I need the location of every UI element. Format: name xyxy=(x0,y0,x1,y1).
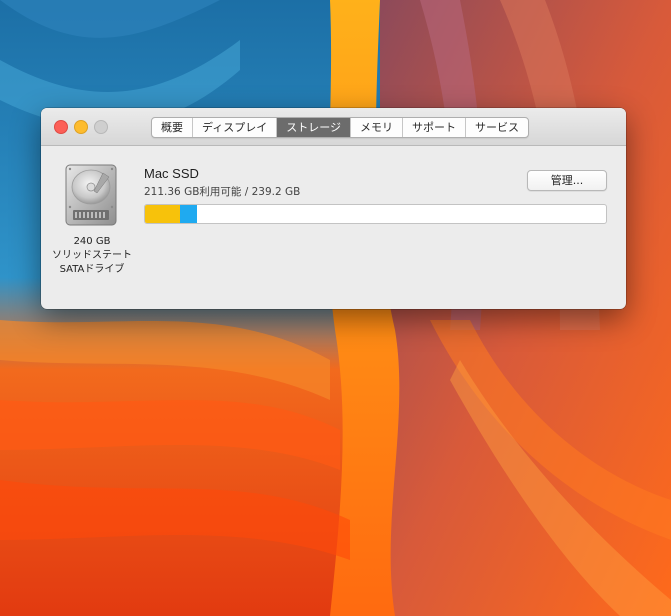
minimize-button[interactable] xyxy=(74,120,88,134)
drive-type-line2: SATAドライブ xyxy=(59,264,125,275)
storage-panel: 240 GB ソリッドステート SATAドライブ Mac SSD 211.36 … xyxy=(41,146,626,309)
manage-button[interactable]: 管理... xyxy=(527,170,607,191)
tab-overview[interactable]: 概要 xyxy=(152,118,192,137)
about-this-mac-window: 概要 ディスプレイ ストレージ メモリ サポート サービス 240 GB ソリッ… xyxy=(41,108,626,309)
volume-name: Mac SSD xyxy=(144,166,199,181)
storage-segment-0 xyxy=(145,205,180,223)
drive-type-line1: ソリッドステート xyxy=(52,250,132,261)
tab-memory[interactable]: メモリ xyxy=(350,118,402,137)
tab-service[interactable]: サービス xyxy=(465,118,528,137)
storage-segment-1 xyxy=(179,205,198,223)
tab-storage[interactable]: ストレージ xyxy=(276,118,351,137)
hard-drive-icon xyxy=(65,164,117,226)
tab-displays[interactable]: ディスプレイ xyxy=(192,118,276,137)
drive-caption: 240 GB ソリッドステート SATAドライブ xyxy=(41,235,143,277)
volume-availability: 211.36 GB利用可能 / 239.2 GB xyxy=(144,186,301,198)
close-button[interactable] xyxy=(54,120,68,134)
tab-bar: 概要 ディスプレイ ストレージ メモリ サポート サービス xyxy=(151,117,530,138)
drive-capacity: 240 GB xyxy=(73,236,111,247)
storage-usage-bar xyxy=(144,204,607,224)
tab-support[interactable]: サポート xyxy=(402,118,465,137)
title-bar[interactable]: 概要 ディスプレイ ストレージ メモリ サポート サービス xyxy=(41,108,626,146)
zoom-button xyxy=(94,120,108,134)
